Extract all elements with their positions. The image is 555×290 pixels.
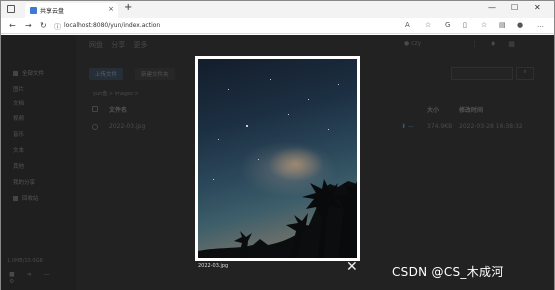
minimize-button[interactable]: — — [488, 3, 496, 12]
collections-icon-2[interactable]: ▤ — [499, 21, 506, 29]
read-aloud-icon[interactable]: A — [405, 21, 410, 29]
url-text: localhost:8080/yun/index.action — [64, 22, 161, 29]
split-screen-icon[interactable]: ▯ — [463, 21, 467, 29]
refresh-icon[interactable]: ↻ — [40, 21, 47, 30]
url-field[interactable]: ⓘ localhost:8080/yun/index.action — [52, 20, 352, 32]
collections-icon[interactable]: ☆ — [481, 21, 487, 29]
tab-strip: 共享云盘 × + — ☐ ✕ — [1, 1, 554, 18]
palm-trees-silhouette — [198, 179, 357, 258]
address-bar-row: ← → ↻ ⓘ localhost:8080/yun/index.action … — [1, 18, 554, 34]
back-icon[interactable]: ← — [9, 21, 16, 30]
browser-tab[interactable]: 共享云盘 × — [25, 3, 118, 18]
new-tab-button[interactable]: + — [124, 2, 132, 13]
close-viewer-button[interactable]: ✕ — [346, 260, 358, 274]
info-icon[interactable]: ⓘ — [54, 22, 61, 32]
watermark: CSDN @CS_木成河 — [392, 265, 504, 279]
preview-image — [198, 59, 357, 258]
favorites-icon[interactable]: ☆ — [425, 21, 431, 29]
tab-title: 共享云盘 — [40, 8, 65, 15]
tab-close-icon[interactable]: × — [108, 5, 114, 13]
more-icon[interactable]: … — [537, 21, 544, 29]
tab-actions-icon[interactable] — [7, 5, 15, 13]
forward-icon[interactable]: → — [25, 21, 32, 30]
image-caption: 2022-03.jpg — [198, 263, 229, 269]
profile-icon[interactable]: ● — [517, 21, 523, 29]
cloud-favicon-icon — [30, 7, 37, 14]
extension-icon[interactable]: G — [445, 21, 450, 29]
browser-window: 共享云盘 × + — ☐ ✕ ← → ↻ ⓘ localhost:8080/yu… — [0, 0, 555, 290]
image-viewer — [195, 56, 360, 261]
close-window-button[interactable]: ✕ — [534, 3, 541, 12]
maximize-button[interactable]: ☐ — [511, 3, 518, 12]
